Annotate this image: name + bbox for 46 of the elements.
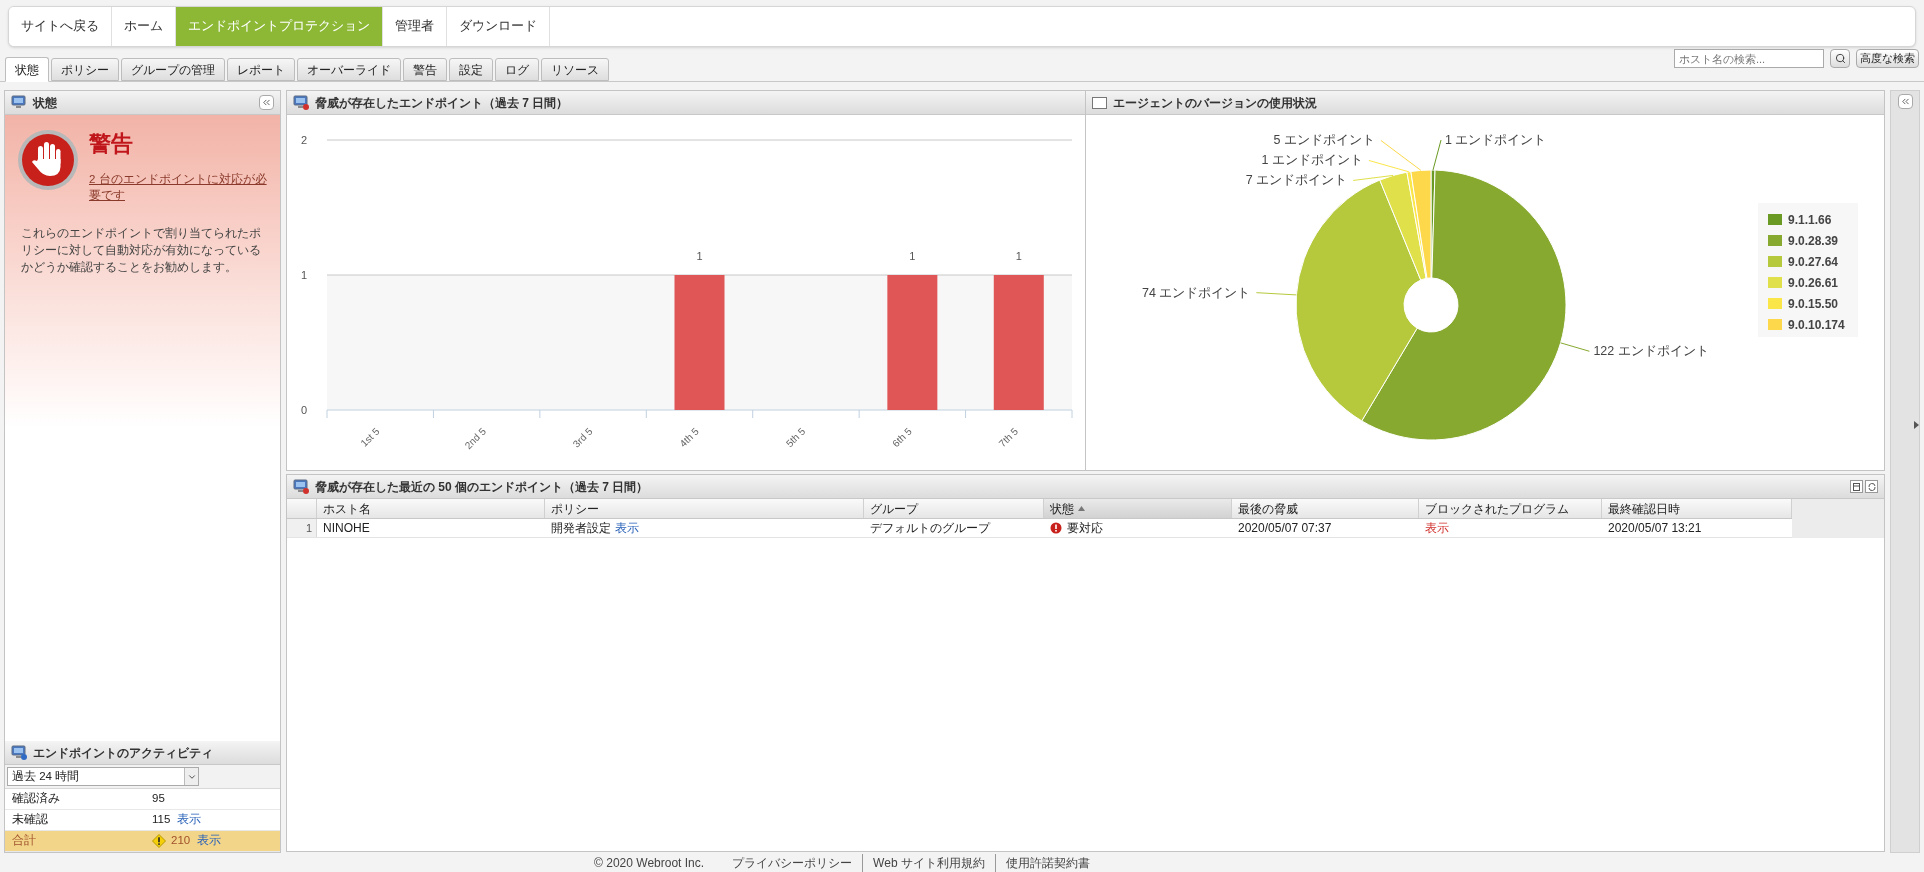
bar-value-label: 1: [909, 250, 916, 262]
activity-label: 合計: [12, 833, 37, 849]
panel-title: 脅威が存在した最近の 50 個のエンドポイント（過去 7 日間）: [315, 478, 649, 496]
bar-value-label: 1: [1015, 250, 1022, 262]
panel-title: エージェントのバージョンの使用状況: [1113, 94, 1317, 112]
alert-message: これらのエンドポイントで割り当てられたポリシーに対して自動対応が有効になっているかどうか確認することをお勧めします。: [20, 226, 262, 275]
row-number: 1: [287, 519, 317, 537]
panel-title: 状態: [33, 94, 57, 112]
x-tick-label: 2nd 5: [462, 425, 489, 452]
slice-label: 1 エンドポイント: [1261, 153, 1363, 168]
slice-label: 74 エンドポイント: [1142, 285, 1251, 300]
legend-label: 9.0.10.174: [1788, 318, 1845, 332]
slice-label: 7 エンドポイント: [1245, 173, 1348, 188]
activity-count: 95: [152, 791, 165, 807]
copyright-text: © 2020 Webroot Inc.: [594, 854, 706, 872]
y-tick-label: 0: [300, 404, 307, 416]
table-cell-text: 2020/05/07 07:37: [1237, 520, 1333, 537]
activity-label: 確認済み: [12, 791, 61, 807]
slice-label: 1 エンドポイント: [1445, 133, 1547, 147]
legend-label: 9.0.15.50: [1788, 297, 1839, 311]
x-tick-label: 6th 5: [890, 425, 914, 450]
panel-title: エンドポイントのアクティビティ: [33, 744, 213, 762]
policy-name: 開発者設定: [551, 519, 611, 537]
status-text: 要対応: [1067, 519, 1103, 537]
x-tick-label: 5th 5: [783, 425, 808, 450]
table-cell-text: NINOHE: [322, 520, 371, 537]
bar-value-label: 1: [696, 250, 703, 262]
table-cell-text: デフォルトのグループ: [869, 520, 992, 537]
slice-label: 5 エンドポイント: [1273, 133, 1375, 148]
legend-label: 9.1.1.66: [1788, 213, 1832, 227]
activity-count: 210: [171, 833, 191, 849]
y-tick-label: 2: [300, 134, 307, 146]
alert-title: 警告: [89, 133, 134, 155]
legend-label: 9.0.26.61: [1788, 276, 1839, 290]
activity-label: 未確認: [12, 812, 49, 828]
x-tick-label: 7th 5: [996, 425, 1021, 450]
legend-label: 9.0.27.64: [1788, 255, 1839, 269]
x-tick-label: 4th 5: [677, 425, 701, 450]
slice-label: 122 エンドポイント: [1593, 344, 1709, 359]
table-cell-text: 2020/05/07 13:21: [1607, 520, 1703, 537]
panel-title: 脅威が存在したエンドポイント（過去 7 日間）: [315, 94, 569, 112]
legend-label: 9.0.28.39: [1788, 234, 1839, 248]
x-tick-label: 3rd 5: [570, 425, 595, 450]
x-tick-label: 1st 5: [358, 425, 382, 449]
activity-count: 115: [152, 812, 171, 828]
y-tick-label: 1: [300, 269, 307, 281]
